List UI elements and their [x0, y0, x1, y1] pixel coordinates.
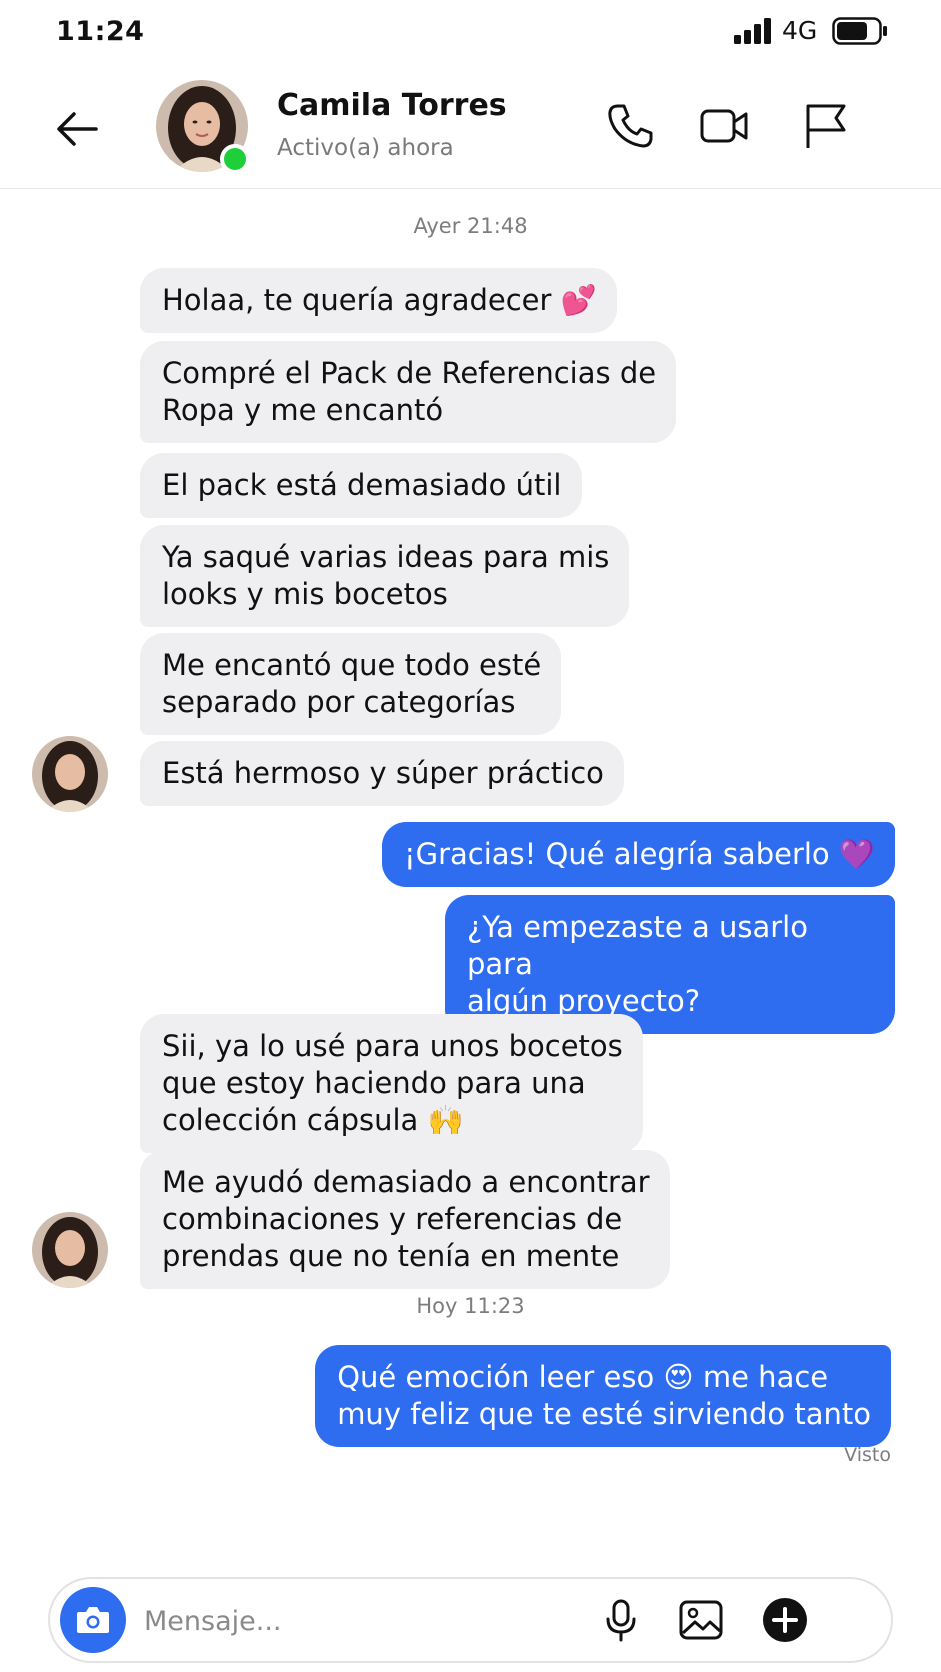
incoming-message[interactable]: Sii, ya lo usé para unos bocetos que est…: [140, 1014, 643, 1153]
gallery-icon[interactable]: [676, 1595, 726, 1645]
avatar-portrait: [32, 1212, 108, 1288]
incoming-message[interactable]: Me encantó que todo esté separado por ca…: [140, 633, 562, 735]
incoming-message[interactable]: Ya saqué varias ideas para mis looks y m…: [140, 525, 630, 627]
online-indicator: [220, 144, 250, 174]
flag-icon[interactable]: [800, 100, 852, 152]
contact-avatar[interactable]: [156, 80, 250, 174]
sender-avatar[interactable]: [32, 736, 108, 812]
seen-receipt: Visto: [844, 1444, 891, 1466]
contact-name[interactable]: Camila Torres: [277, 88, 507, 123]
status-time: 11:24: [56, 16, 145, 47]
status-bar: 11:24 4G: [0, 0, 941, 70]
battery-icon: [832, 17, 887, 45]
timestamp: Ayer 21:48: [413, 214, 528, 238]
microphone-icon[interactable]: [596, 1595, 646, 1645]
incoming-message[interactable]: Está hermoso y súper práctico: [140, 741, 624, 806]
outgoing-message[interactable]: ¡Gracias! Qué alegría saberlo 💜: [381, 822, 895, 887]
timestamp: Hoy 11:23: [416, 1294, 525, 1318]
message-input[interactable]: [142, 1593, 546, 1649]
back-arrow-icon[interactable]: [52, 104, 102, 154]
incoming-message[interactable]: Me ayudó demasiado a encontrar combinaci…: [140, 1150, 670, 1289]
video-camera-icon[interactable]: [698, 100, 750, 152]
avatar-portrait: [32, 736, 108, 812]
plus-icon[interactable]: [760, 1595, 810, 1645]
outgoing-message[interactable]: Qué emoción leer eso 😍 me hace muy feliz…: [315, 1345, 891, 1447]
message-list[interactable]: Ayer 21:48 Holaa, te quería agradecer 💕 …: [0, 190, 941, 1570]
camera-button[interactable]: [60, 1587, 126, 1653]
incoming-message[interactable]: El pack está demasiado útil: [140, 453, 582, 518]
signal-icon: [734, 18, 771, 44]
chat-header: Camila Torres Activo(a) ahora: [0, 70, 941, 189]
incoming-message[interactable]: Compré el Pack de Referencias de Ropa y …: [140, 341, 677, 443]
message-composer: [48, 1577, 893, 1663]
contact-status: Activo(a) ahora: [277, 135, 454, 161]
camera-icon: [77, 1607, 109, 1633]
network-type: 4G: [782, 16, 818, 45]
phone-icon[interactable]: [604, 100, 656, 152]
sender-avatar[interactable]: [32, 1212, 108, 1288]
incoming-message[interactable]: Holaa, te quería agradecer 💕: [140, 268, 617, 333]
